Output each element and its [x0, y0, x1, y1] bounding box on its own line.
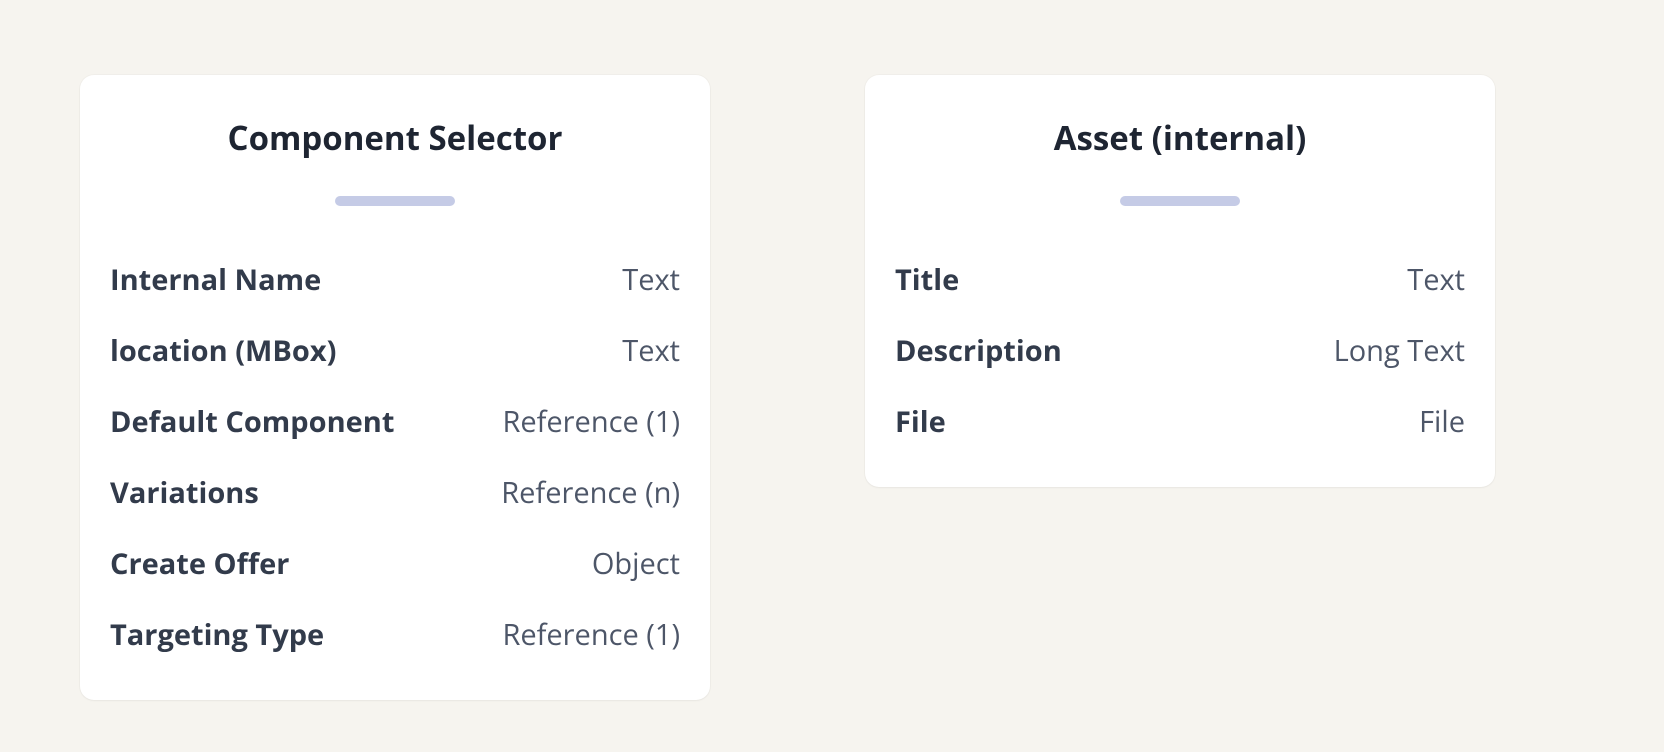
field-row: Title Text — [895, 244, 1465, 315]
field-row: Targeting Type Reference (1) — [110, 599, 680, 670]
field-type: Text — [622, 331, 680, 370]
field-type: Text — [622, 260, 680, 299]
field-type: Object — [592, 544, 680, 583]
field-label: Create Offer — [110, 544, 289, 583]
field-label: Description — [895, 331, 1062, 370]
field-type: Long Text — [1334, 331, 1465, 370]
schema-card-asset-internal: Asset (internal) Title Text Description … — [865, 75, 1495, 487]
field-label: File — [895, 402, 946, 441]
field-row: Description Long Text — [895, 315, 1465, 386]
card-header: Component Selector — [110, 115, 680, 206]
underline-bar — [1120, 196, 1240, 206]
schema-card-component-selector: Component Selector Internal Name Text lo… — [80, 75, 710, 700]
underline-bar — [335, 196, 455, 206]
field-row: Create Offer Object — [110, 528, 680, 599]
field-row: File File — [895, 386, 1465, 457]
field-row: Default Component Reference (1) — [110, 386, 680, 457]
card-header: Asset (internal) — [895, 115, 1465, 206]
field-label: location (MBox) — [110, 331, 336, 370]
field-type: Text — [1407, 260, 1465, 299]
field-label: Default Component — [110, 402, 394, 441]
field-row: Internal Name Text — [110, 244, 680, 315]
field-type: Reference (1) — [502, 402, 680, 441]
field-label: Targeting Type — [110, 615, 324, 654]
field-type: Reference (1) — [502, 615, 680, 654]
field-label: Title — [895, 260, 959, 299]
field-type: Reference (n) — [501, 473, 680, 512]
field-label: Variations — [110, 473, 259, 512]
field-label: Internal Name — [110, 260, 321, 299]
card-title: Asset (internal) — [1054, 115, 1307, 160]
field-row: Variations Reference (n) — [110, 457, 680, 528]
field-type: File — [1419, 402, 1465, 441]
card-title: Component Selector — [228, 115, 563, 160]
field-row: location (MBox) Text — [110, 315, 680, 386]
